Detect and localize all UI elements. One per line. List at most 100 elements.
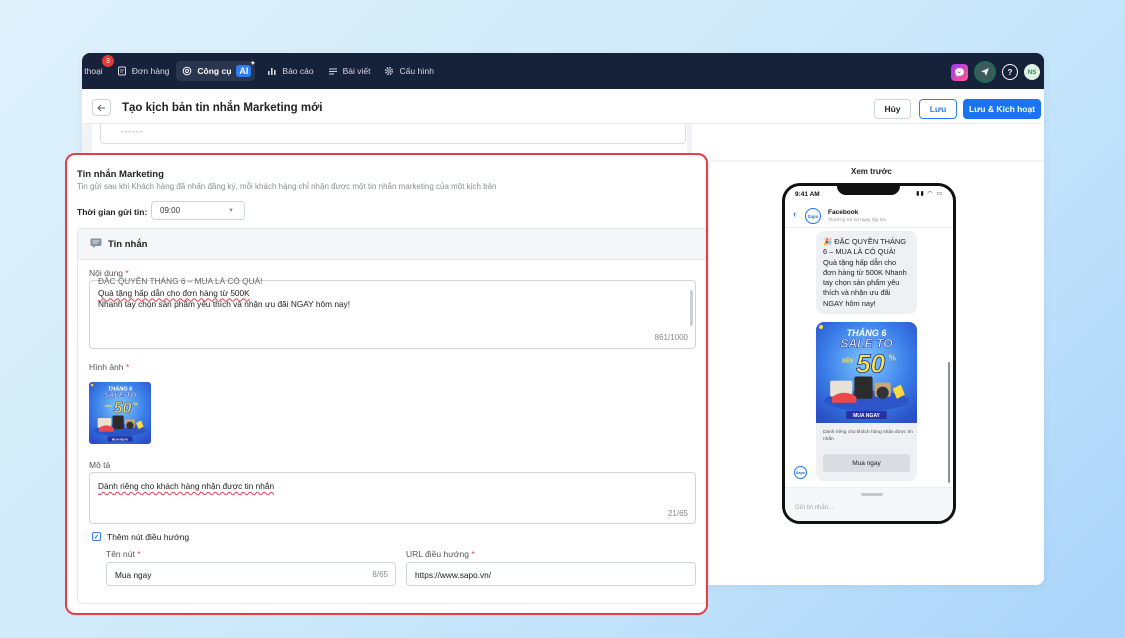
cancel-button[interactable]: Hủy	[874, 99, 911, 119]
phone-mockup: 9:41 AM ▮▮ ◠ ▭ ‹ Sapo Facebook Thường tr…	[782, 183, 956, 524]
page-logo: Sapo	[805, 208, 821, 224]
promo-percent: 50	[856, 349, 886, 379]
textarea-scrollbar[interactable]	[690, 290, 693, 326]
chevron-left-icon: ‹	[793, 209, 797, 220]
promo-cta: MUA NGAY	[853, 413, 880, 419]
svg-text:%: %	[134, 402, 139, 408]
required-mark: *	[137, 549, 141, 559]
url-label: URL điều hướng *	[406, 549, 475, 559]
signal-battery-icon: ▮▮ ◠ ▭	[916, 191, 943, 197]
description-textarea[interactable]: Dành riêng cho khách hàng nhận được tin …	[89, 472, 696, 524]
promo-prefix: ĐẾN	[842, 357, 853, 364]
message-section-title: Tin nhắn	[108, 238, 148, 250]
nav-item-orders[interactable]: Đơn hàng	[110, 53, 177, 89]
image-label: Hình ảnh *	[89, 362, 129, 372]
phone-scrollbar[interactable]	[947, 362, 950, 483]
message-section-header: Tin nhắn	[78, 229, 706, 260]
preview-card-description: Dành riêng cho khách hàng nhận được tin …	[823, 430, 913, 442]
help-icon[interactable]: ?	[1002, 64, 1018, 80]
preview-panel: Xem trước 9:41 AM ▮▮ ◠ ▭ ‹ Sapo Facebook…	[710, 162, 1044, 585]
send-time-value: 09:00	[160, 206, 181, 215]
order-icon	[117, 66, 127, 76]
section-title: Tin nhắn Marketing	[77, 169, 164, 180]
tools-icon	[182, 66, 192, 76]
phone-notch	[837, 186, 900, 195]
button-name-counter: 8/65	[372, 570, 388, 579]
button-name-label-text: Tên nút	[106, 549, 135, 559]
messenger-icon[interactable]	[951, 63, 968, 81]
nav-item-conversations[interactable]: i thoại 3	[82, 53, 114, 89]
chat-header: ‹ Sapo Facebook Thường trả lời ngay lập …	[785, 202, 953, 228]
previous-preview-card	[692, 124, 1044, 160]
promo-cta: MUA NGAY	[112, 437, 129, 441]
previous-field-text: ------	[121, 127, 143, 136]
page-title: Tạo kịch bản tin nhắn Marketing mới	[122, 102, 323, 114]
nav-label: i thoại	[82, 66, 103, 76]
svg-text:%: %	[889, 353, 896, 362]
send-icon[interactable]	[974, 61, 996, 83]
description-text: Dành riêng cho khách hàng nhận được tin …	[98, 481, 274, 493]
image-label-text: Hình ảnh	[89, 362, 124, 372]
button-name-label: Tên nút *	[106, 549, 141, 559]
nav-button-checkbox[interactable]: ✓	[92, 532, 101, 541]
message-section: Tin nhắn Nội dung * ĐẶC QUYỀN THÁNG 6 – …	[77, 228, 706, 604]
description-label: Mô tả	[89, 460, 111, 470]
gear-icon	[384, 66, 394, 76]
message-icon	[90, 238, 102, 251]
section-description: Tin gửi sau khi Khách hàng đã nhấn đăng …	[77, 182, 497, 191]
content-textarea[interactable]: ĐẶC QUYỀN THÁNG 6 – MUA LÀ CÓ QUÀ! Quà t…	[89, 276, 696, 349]
save-button[interactable]: Lưu	[919, 99, 957, 119]
chat-page-name: Facebook	[828, 209, 859, 216]
previous-field[interactable]: ------	[100, 124, 686, 144]
tools-active-pill: Công cụ AI	[176, 60, 255, 81]
ai-badge: AI	[236, 60, 255, 77]
compose-placeholder[interactable]: Gửi tin nhắn ...	[795, 505, 835, 511]
preview-promo-image: THÁNG 6 SALE TO ĐẾN 50 % MUA NGAY	[816, 322, 917, 423]
topbar-actions: ? NS	[951, 61, 1040, 83]
promo-line2: SALE TO	[104, 391, 136, 400]
url-label-text: URL điều hướng	[406, 549, 469, 559]
content-line: Quà tặng hấp dẫn cho đơn hàng từ 500K	[98, 287, 250, 298]
save-activate-button[interactable]: Lưu & Kích hoạt	[963, 99, 1041, 119]
arrow-left-icon	[97, 104, 105, 111]
nav-button-checkbox-label: Thêm nút điều hướng	[107, 532, 190, 542]
avatar[interactable]: NS	[1024, 64, 1040, 80]
promo-prefix: ĐẾN	[105, 403, 112, 408]
nav-item-articles[interactable]: Bài viết	[321, 53, 378, 89]
status-time: 9:41 AM	[795, 191, 820, 198]
required-mark: *	[125, 362, 130, 372]
nav-item-settings[interactable]: Cấu hình	[377, 53, 441, 89]
description-value: Dành riêng cho khách hàng nhận được tin …	[98, 481, 275, 491]
page-avatar-small: Sapo	[794, 466, 807, 479]
promo-thumbnail-image: THÁNG 6 SALE TO ĐẾN 50 % MUA NGAY	[89, 382, 151, 444]
preview-card: THÁNG 6 SALE TO ĐẾN 50 % MUA NGAY Dành r…	[816, 322, 917, 481]
content-line: Nhanh tay chọn sản phẩm yêu thích và nhậ…	[98, 299, 351, 309]
nav-label: Bài viết	[342, 66, 371, 76]
preview-label: Xem trước	[851, 167, 892, 176]
back-button[interactable]	[92, 99, 111, 116]
preview-message-bubble: 🎉 ĐẶC QUYỀN THÁNG 6 – MUA LÀ CÓ QUÀ! Quà…	[816, 231, 917, 315]
nav-item-reports[interactable]: Báo cáo	[260, 53, 320, 89]
page-header: Tạo kịch bản tin nhắn Marketing mới Hủy …	[82, 89, 1044, 124]
article-icon	[328, 66, 338, 76]
nav-item-tools[interactable]: Công cụ AI	[176, 53, 255, 89]
send-time-select[interactable]: 09:00 ▼	[151, 201, 245, 220]
content-counter: 861/1000	[654, 333, 688, 342]
compose-area: Gửi tin nhắn ...	[785, 487, 953, 521]
button-name-input[interactable]: Mua ngay 8/65	[106, 562, 396, 586]
chat-page-status: Thường trả lời ngay lập tức	[828, 218, 887, 223]
url-input[interactable]: https://www.sapo.vn/	[406, 562, 696, 586]
uploaded-image-thumbnail[interactable]: THÁNG 6 SALE TO ĐẾN 50 % MUA NGAY	[89, 382, 151, 444]
preview-card-button[interactable]: Mua ngay	[823, 454, 910, 472]
promo-percent: 50	[114, 399, 132, 417]
nav-label: Công cụ	[197, 66, 232, 76]
sheet-handle	[861, 493, 883, 496]
caret-down-icon: ▼	[228, 208, 234, 214]
nav-label: Đơn hàng	[131, 66, 170, 76]
content-line: ĐẶC QUYỀN THÁNG 6 – MUA LÀ CÓ QUÀ!	[98, 276, 263, 286]
chart-icon	[267, 66, 277, 76]
description-counter: 21/65	[667, 509, 688, 518]
nav-label: Cấu hình	[399, 66, 434, 76]
send-time-label: Thời gian gửi tin:	[77, 207, 148, 217]
url-value: https://www.sapo.vn/	[415, 570, 492, 580]
